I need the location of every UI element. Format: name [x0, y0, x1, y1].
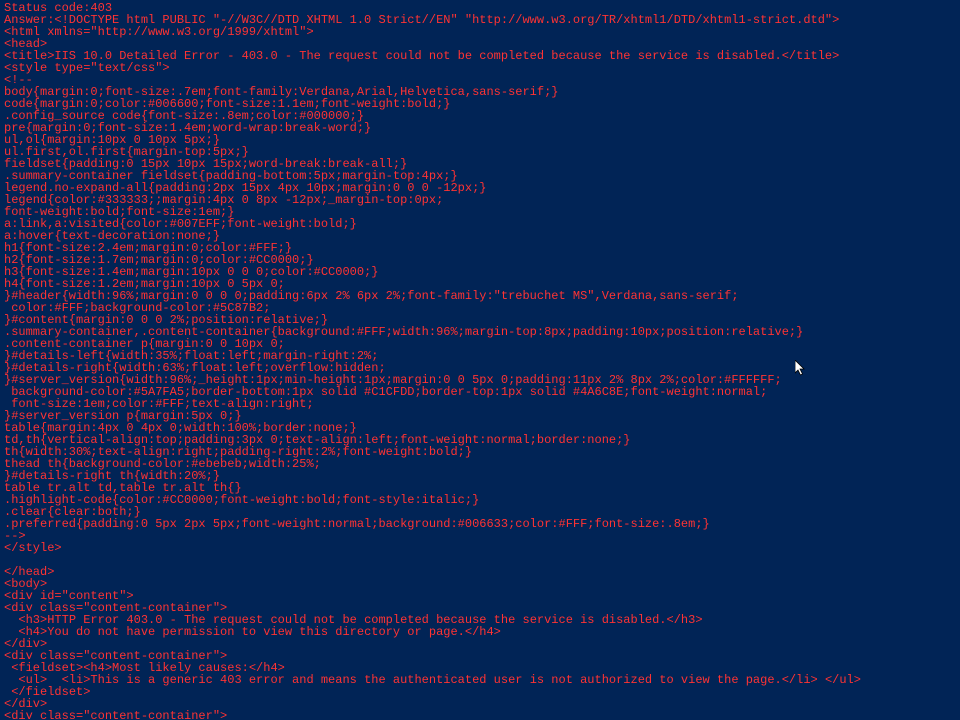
- output-line: [4, 554, 956, 566]
- output-line: <h4>You do not have permission to view t…: [4, 626, 956, 638]
- terminal-output: Status code:403Answer:<!DOCTYPE html PUB…: [0, 0, 960, 720]
- output-line: <div class="content-container">: [4, 710, 956, 720]
- output-line: </head>: [4, 566, 956, 578]
- output-line: .preferred{padding:0 5px 2px 5px;font-we…: [4, 518, 956, 530]
- output-line: <style type="text/css">: [4, 62, 956, 74]
- output-line: <body>: [4, 578, 956, 590]
- output-line: </fieldset>: [4, 686, 956, 698]
- output-line: -->: [4, 530, 956, 542]
- output-line: <ul> <li>This is a generic 403 error and…: [4, 674, 956, 686]
- output-line: </style>: [4, 542, 956, 554]
- output-line: .highlight-code{color:#CC0000;font-weigh…: [4, 494, 956, 506]
- output-line: <html xmlns="http://www.w3.org/1999/xhtm…: [4, 26, 956, 38]
